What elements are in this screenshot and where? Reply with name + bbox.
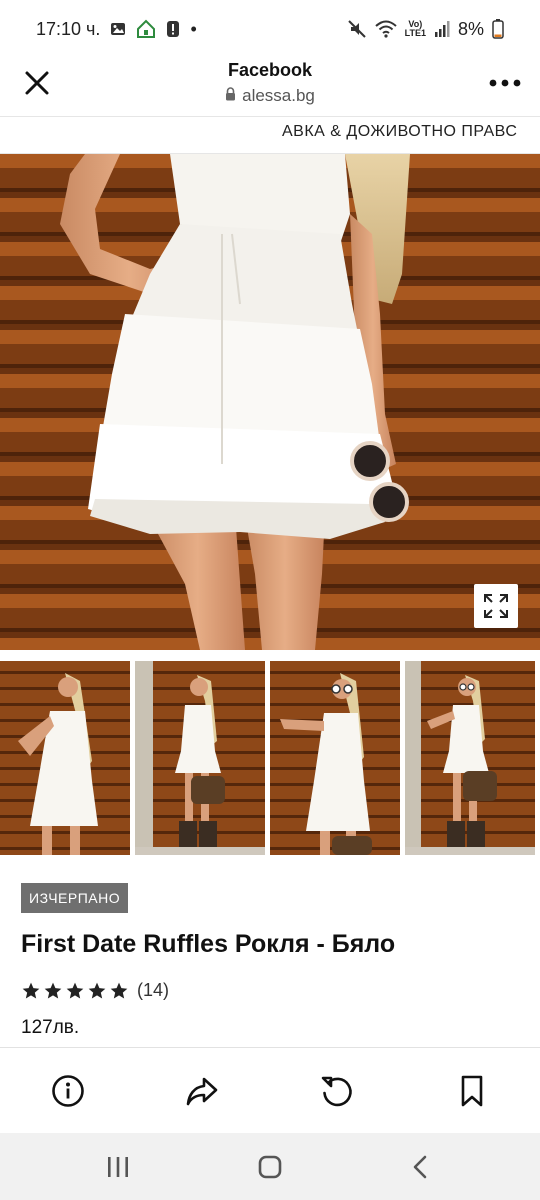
close-browser-button[interactable]	[20, 66, 54, 100]
product-title: First Date Ruffles Рокля - Бяло	[21, 930, 396, 958]
volte-label: Vo) LTE1	[404, 19, 426, 38]
recents-icon	[108, 1157, 128, 1177]
alert-notification-icon	[166, 20, 180, 38]
bookmark-icon	[461, 1075, 483, 1107]
info-icon	[52, 1075, 84, 1107]
star-icon	[44, 982, 62, 998]
page-info-button[interactable]	[48, 1071, 88, 1111]
status-dot: •	[190, 18, 197, 39]
status-bar: 17:10 ч. • Vo) LTE1 8%	[0, 0, 540, 58]
battery-icon	[492, 19, 504, 39]
in-app-browser-header: Facebook alessa.bg	[0, 58, 540, 116]
status-left: 17:10 ч. •	[36, 19, 197, 40]
battery-percent: 8%	[457, 18, 484, 39]
announcement-marquee: АВКА & ДОЖИВОТНО ПРАВС	[0, 116, 540, 154]
share-button[interactable]	[182, 1071, 222, 1111]
thumbnail-image	[405, 661, 535, 855]
browser-toolbar	[0, 1047, 540, 1133]
thumbnail-strip	[0, 661, 540, 855]
thumbnail-4[interactable]	[405, 661, 535, 855]
star-icon	[88, 982, 106, 998]
product-photo	[0, 154, 540, 650]
thumbnail-image	[270, 661, 400, 855]
status-right: Vo) LTE1 8%	[347, 19, 504, 40]
thumbnail-3[interactable]	[270, 661, 400, 855]
star-icon	[22, 982, 40, 998]
reload-icon	[321, 1076, 352, 1107]
more-options-button[interactable]	[488, 66, 522, 100]
back-button[interactable]	[402, 1151, 438, 1183]
wifi-icon	[374, 20, 397, 38]
title-block: Facebook alessa.bg	[0, 58, 540, 106]
lock-icon	[225, 86, 236, 106]
sold-out-badge: ИЗЧЕРПАНО	[21, 883, 129, 913]
share-icon	[186, 1077, 218, 1106]
mute-icon	[347, 19, 367, 39]
product-rating[interactable]: (14)	[21, 980, 169, 1001]
signal-icon	[434, 20, 450, 38]
home-notification-icon	[136, 19, 156, 39]
thumbnail-image	[0, 661, 130, 855]
home-icon	[258, 1155, 282, 1179]
status-time: 17:10 ч.	[36, 18, 101, 39]
review-count: (14)	[137, 980, 170, 1000]
reload-button[interactable]	[317, 1071, 357, 1111]
url-line: alessa.bg	[0, 86, 540, 106]
thumbnail-image	[135, 661, 265, 855]
thumbnail-2[interactable]	[135, 661, 265, 855]
page-url: alessa.bg	[242, 86, 315, 105]
expand-icon	[484, 594, 508, 618]
page-title: Facebook	[227, 60, 313, 80]
product-price: 127лв.	[21, 1017, 80, 1038]
star-icon	[66, 982, 84, 998]
expand-image-button[interactable]	[474, 584, 518, 628]
main-product-image[interactable]	[0, 154, 540, 650]
recents-button[interactable]	[100, 1151, 136, 1183]
more-options-icon	[489, 79, 521, 87]
star-icon	[110, 982, 128, 998]
marquee-text: АВКА & ДОЖИВОТНО ПРАВС	[282, 123, 518, 140]
home-button[interactable]	[252, 1151, 288, 1183]
bookmark-button[interactable]	[452, 1071, 492, 1111]
system-navigation-bar	[0, 1133, 540, 1200]
gallery-notification-icon	[110, 21, 126, 37]
close-icon	[25, 71, 49, 95]
thumbnail-1[interactable]	[0, 661, 130, 855]
back-icon	[413, 1155, 427, 1179]
